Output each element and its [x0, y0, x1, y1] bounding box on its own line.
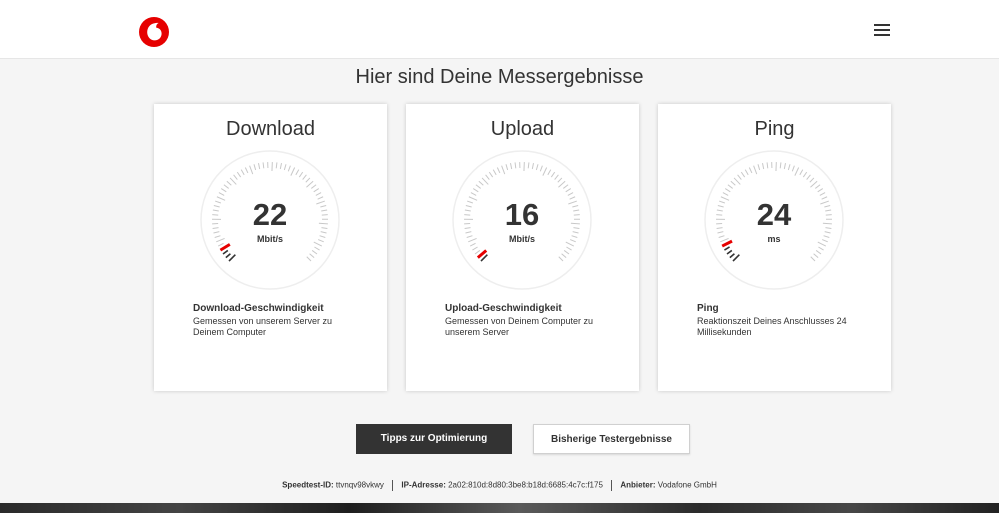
description-text: Reaktionszeit Deines Anschlusses 24 Mill…	[697, 316, 847, 337]
result-card-ping: Ping 24 ms Ping Reaktionszeit Deines Ans…	[658, 104, 891, 391]
provider-label: Anbieter:	[620, 480, 656, 490]
upload-gauge: 16 Mbit/s	[452, 150, 592, 290]
description-heading: Upload-Geschwindigkeit	[445, 303, 562, 314]
footer-image-strip	[0, 503, 999, 513]
ip-address-value: 2a02:810d:8d80:3be8:b18d:6685:4c7c:f175	[448, 480, 603, 490]
description-text: Gemessen von Deinem Computer zu unserem …	[445, 316, 594, 337]
card-title: Ping	[754, 118, 795, 140]
speedtest-id-label: Speedtest-ID:	[282, 480, 334, 490]
gauge-unit: Mbit/s	[509, 234, 535, 244]
gauge-tick	[766, 162, 769, 169]
gauge-value: 22	[252, 197, 288, 232]
gauge-tick	[275, 162, 278, 169]
description-heading: Ping	[697, 303, 719, 314]
gauge-unit: ms	[767, 234, 781, 244]
gauge-tick	[262, 162, 265, 169]
vodafone-logo[interactable]	[139, 17, 169, 47]
result-card-upload: Upload 16 Mbit/s Upload-Geschwindigkeit …	[406, 104, 639, 391]
page-title: Hier sind Deine Messergebnisse	[355, 66, 644, 88]
separator	[392, 480, 394, 491]
ip-address-label: IP-Adresse:	[401, 480, 446, 490]
separator	[611, 480, 613, 491]
card-description: Download-Geschwindigkeit Gemessen von un…	[193, 303, 363, 338]
gauge-unit: Mbit/s	[257, 234, 283, 244]
card-title: Download	[226, 118, 315, 140]
download-gauge: 22 Mbit/s	[200, 150, 340, 290]
card-title: Upload	[490, 118, 555, 140]
ping-gauge: 24 ms	[704, 150, 844, 290]
gauge-tick	[779, 162, 782, 169]
gauge-tick	[514, 162, 517, 169]
gauge-value: 24	[756, 197, 792, 232]
tips-optimization-button[interactable]: Tipps zur Optimierung	[356, 424, 512, 454]
gauge-tick	[527, 162, 530, 169]
previous-results-button[interactable]: Bisherige Testergebnisse	[533, 424, 690, 454]
description-text: Gemessen von unserem Server zu Deinem Co…	[193, 316, 333, 337]
description-heading: Download-Geschwindigkeit	[193, 303, 324, 314]
card-description: Ping Reaktionszeit Deines Anschlusses 24…	[697, 303, 867, 338]
card-description: Upload-Geschwindigkeit Gemessen von Dein…	[445, 303, 615, 338]
provider-value: Vodafone GmbH	[657, 480, 717, 490]
result-card-download: Download 22 Mbit/s Download-Geschwindigk…	[154, 104, 387, 391]
site-header	[0, 0, 999, 59]
gauge-value: 16	[504, 197, 540, 232]
speedtest-id-value: ttvnqv98vkwy	[335, 480, 384, 490]
hamburger-menu-icon[interactable]	[872, 22, 892, 38]
test-info-bar: Speedtest-ID: ttvnqv98vkwy IP-Adresse: 2…	[0, 480, 999, 491]
